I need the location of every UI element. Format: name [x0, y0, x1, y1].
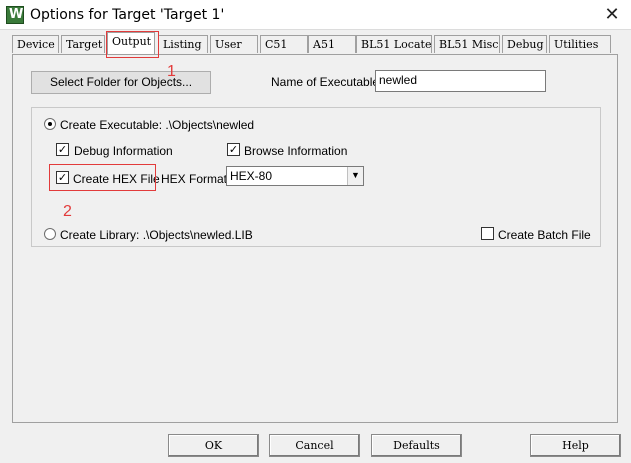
chevron-down-icon[interactable]: ▼ — [347, 167, 363, 185]
tab-bl51-locate[interactable]: BL51 Locate — [356, 35, 432, 53]
tab-listing[interactable]: Listing — [158, 35, 208, 53]
tab-target[interactable]: Target — [61, 35, 105, 53]
tab-user[interactable]: User — [210, 35, 258, 53]
defaults-button[interactable]: Defaults — [371, 434, 462, 457]
help-button[interactable]: Help — [530, 434, 621, 457]
tab-device[interactable]: Device — [12, 35, 59, 53]
browse-information-checkbox[interactable]: ✓ — [227, 143, 240, 156]
annotation-number-2: 2 — [63, 203, 72, 220]
tab-c51[interactable]: C51 — [260, 35, 308, 53]
tab-utilities[interactable]: Utilities — [549, 35, 611, 53]
tab-output[interactable]: Output — [107, 32, 155, 54]
ok-button[interactable]: OK — [168, 434, 259, 457]
keil-app-icon: W — [6, 6, 24, 24]
create-library-radio[interactable] — [44, 228, 56, 240]
close-icon[interactable]: ✕ — [601, 4, 623, 26]
title-bar: W Options for Target 'Target 1' ✕ — [0, 0, 631, 30]
tab-debug[interactable]: Debug — [502, 35, 547, 53]
create-batch-checkbox[interactable] — [481, 227, 494, 240]
cancel-button[interactable]: Cancel — [269, 434, 360, 457]
name-executable-label: Name of Executable: — [271, 75, 383, 89]
annotation-box-create-hex — [49, 164, 156, 191]
create-batch-label: Create Batch File — [498, 228, 591, 242]
create-library-label: Create Library: .\Objects\newled.LIB — [60, 228, 253, 242]
browse-information-label: Browse Information — [244, 144, 348, 158]
debug-information-label: Debug Information — [74, 144, 173, 158]
tab-a51[interactable]: A51 — [308, 35, 356, 53]
window-title: Options for Target 'Target 1' — [30, 7, 225, 23]
hex-format-value: HEX-80 — [230, 169, 273, 183]
tab-bl51-misc[interactable]: BL51 Misc — [434, 35, 500, 53]
hex-format-select[interactable]: HEX-80 ▼ — [226, 166, 364, 186]
create-executable-radio[interactable] — [44, 118, 56, 130]
name-executable-input[interactable]: newled — [375, 70, 546, 92]
select-folder-button[interactable]: Select Folder for Objects... — [31, 71, 211, 94]
create-executable-label: Create Executable: .\Objects\newled — [60, 118, 255, 132]
annotation-number-1: 1 — [167, 63, 176, 80]
debug-information-checkbox[interactable]: ✓ — [56, 143, 69, 156]
hex-format-label: HEX Format: — [161, 172, 231, 186]
